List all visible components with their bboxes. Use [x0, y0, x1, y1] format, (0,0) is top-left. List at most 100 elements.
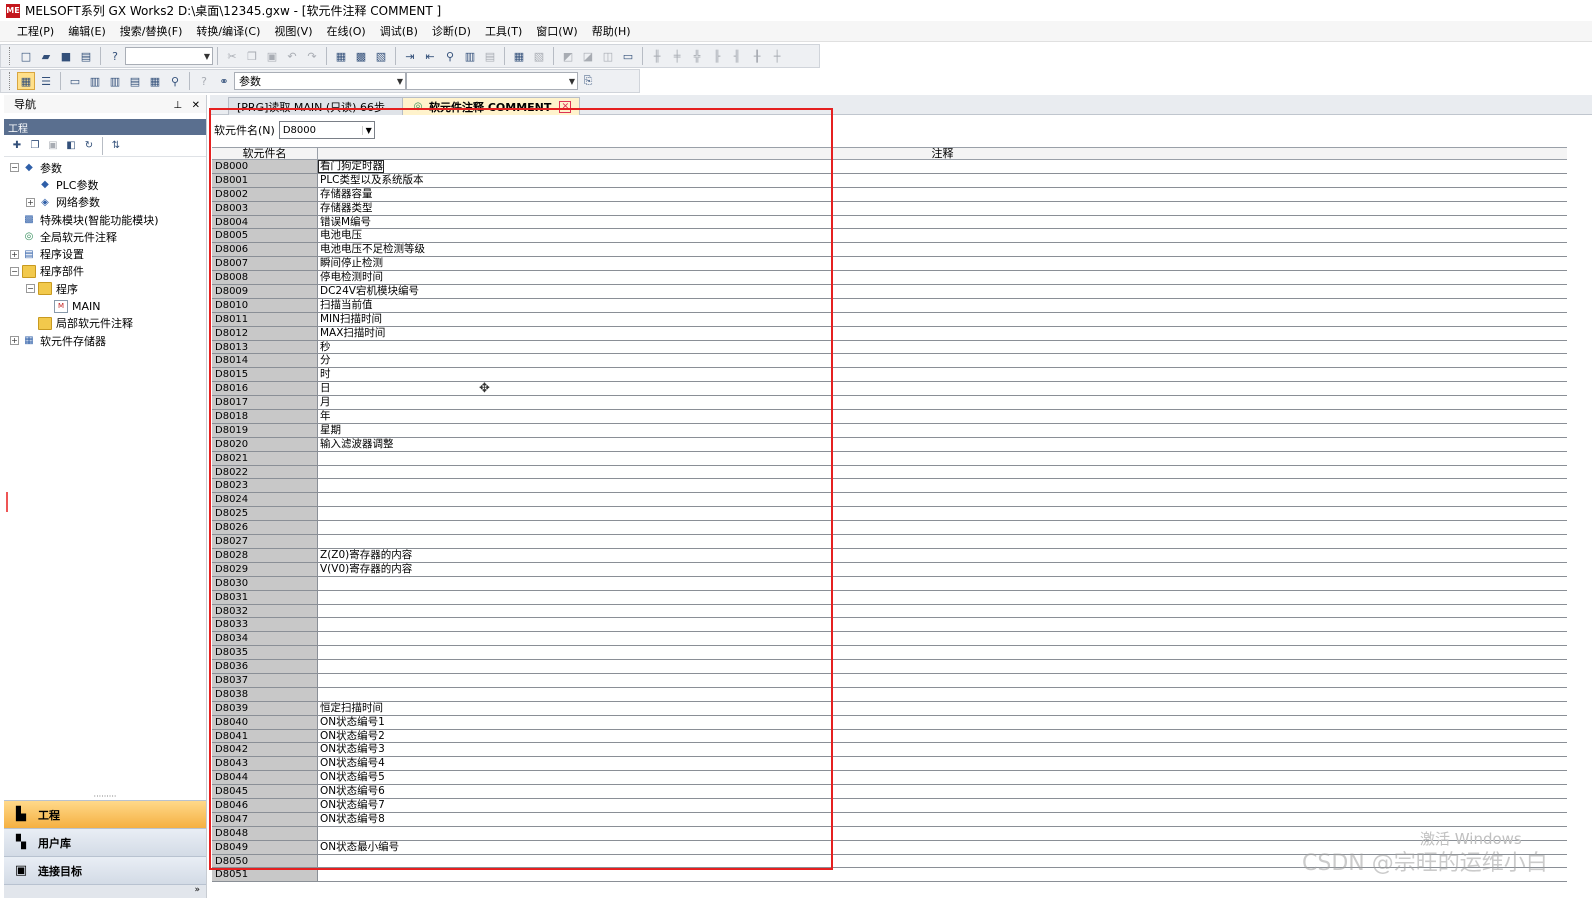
simulation-stop-icon[interactable]: ◪ — [579, 47, 597, 65]
device-cell[interactable]: D8001 — [212, 173, 318, 187]
comment-cell[interactable]: ON状态编号1 — [318, 715, 1567, 729]
comment-cell[interactable]: ON状态编号7 — [318, 798, 1567, 812]
open-folder-icon[interactable]: ▰ — [37, 47, 55, 65]
tab-device-comment[interactable]: ◎ 软元件注释 COMMENT ✕ — [402, 97, 581, 115]
comment-cell[interactable]: 看门狗定时器 — [318, 160, 384, 173]
device-cell[interactable]: D8037 — [212, 673, 318, 687]
redo-icon[interactable]: ↷ — [303, 47, 321, 65]
collapse-icon[interactable]: − — [10, 266, 19, 276]
verify-plc-icon[interactable]: ⚲ — [441, 47, 459, 65]
ladder-tool-6-icon[interactable]: ╂ — [748, 47, 766, 65]
ladder-tool-2-icon[interactable]: ╪ — [668, 47, 686, 65]
rebuild-icon[interactable]: ▧ — [372, 47, 390, 65]
bottom-tab-project[interactable]: ▙ 工程 — [4, 800, 206, 828]
help-icon[interactable]: ? — [106, 47, 124, 65]
device-cell[interactable]: D8028 — [212, 548, 318, 562]
comment-cell[interactable]: 停电检测时间 — [318, 271, 1567, 285]
collapse-icon[interactable]: − — [10, 163, 19, 173]
tree-item[interactable]: + ▦ 软元件存储器 — [4, 332, 206, 349]
tree-item[interactable]: + ◈ 网络参数 — [4, 194, 206, 211]
paste-data-icon[interactable]: ▣ — [45, 138, 61, 154]
comment-cell[interactable] — [318, 465, 1567, 479]
device-cell[interactable]: D8048 — [212, 826, 318, 840]
menu-debug[interactable]: 调试(B) — [373, 23, 425, 39]
tree-item[interactable]: ◎ 全局软元件注释 — [4, 228, 206, 245]
device-cell[interactable]: D8035 — [212, 646, 318, 660]
device-cell[interactable]: D8025 — [212, 507, 318, 521]
device-name-combo[interactable]: D8000 ▼ — [278, 121, 375, 139]
device-cell[interactable]: D8050 — [212, 854, 318, 868]
monitor-icon[interactable]: ▥ — [461, 47, 479, 65]
comment-cell[interactable] — [318, 479, 1567, 493]
toolbar-combo[interactable]: ▼ — [125, 47, 213, 65]
device-cell[interactable]: D8042 — [212, 743, 318, 757]
device-cell[interactable]: D8026 — [212, 521, 318, 535]
menu-project[interactable]: 工程(P) — [10, 23, 61, 39]
tree-item[interactable]: − 程序部件 — [4, 263, 206, 280]
device-cell[interactable]: D8021 — [212, 451, 318, 465]
sort-icon[interactable]: ⇅ — [108, 138, 124, 154]
navigation-toggle-icon[interactable]: ▦ — [17, 72, 35, 90]
comment-cell[interactable] — [318, 590, 1567, 604]
device-list-2-icon[interactable]: ▥ — [106, 72, 124, 90]
device-cell[interactable]: D8018 — [212, 410, 318, 423]
device-cell[interactable]: D8015 — [212, 368, 318, 382]
ladder-tool-7-icon[interactable]: ┼ — [768, 47, 786, 65]
menu-window[interactable]: 窗口(W) — [529, 23, 584, 39]
comment-cell[interactable]: 电池电压不足检测等级 — [318, 243, 1567, 257]
menu-compile[interactable]: 转换/编译(C) — [189, 23, 267, 39]
device-list-1-icon[interactable]: ▥ — [86, 72, 104, 90]
menu-tools[interactable]: 工具(T) — [478, 23, 529, 39]
device-cell[interactable]: D8032 — [212, 604, 318, 618]
comment-cell[interactable]: 存储器容量 — [318, 187, 1567, 201]
device-cell[interactable]: D8034 — [212, 632, 318, 646]
properties-data-icon[interactable]: ◧ — [63, 138, 79, 154]
comment-cell[interactable]: 错误M编号 — [318, 215, 1567, 229]
copy-data-icon[interactable]: ❐ — [27, 138, 43, 154]
comment-cell[interactable] — [318, 604, 1567, 618]
device-cell[interactable]: D8046 — [212, 798, 318, 812]
device-cell[interactable]: D8013 — [212, 340, 318, 354]
step-icon[interactable]: ◫ — [599, 47, 617, 65]
device-cell[interactable]: D8040 — [212, 715, 318, 729]
pin-icon[interactable]: ⊥ — [173, 100, 182, 111]
tree-item[interactable]: − ◆ 参数 — [4, 159, 206, 176]
device-cell[interactable]: D8023 — [212, 479, 318, 493]
menu-diagnostics[interactable]: 诊断(D) — [425, 23, 478, 39]
comment-cell[interactable]: DC24V宕机模块编号 — [318, 285, 1567, 298]
device-list-3-icon[interactable]: ▤ — [126, 72, 144, 90]
tree-item[interactable]: + ▤ 程序设置 — [4, 245, 206, 262]
device-cell[interactable]: D8020 — [212, 437, 318, 451]
buffer-memory-icon[interactable]: ▧ — [530, 47, 548, 65]
comment-cell[interactable]: 月 — [318, 396, 1567, 410]
comment-cell[interactable]: ON状态编号4 — [318, 757, 1567, 771]
device-cell[interactable]: D8041 — [212, 729, 318, 743]
new-data-icon[interactable]: ✚ — [9, 138, 25, 154]
comment-cell[interactable]: 存储器类型 — [318, 201, 1567, 215]
window-icon[interactable]: ▭ — [66, 72, 84, 90]
device-cell[interactable]: D8029 — [212, 562, 318, 576]
comment-cell-remainder[interactable] — [384, 160, 1567, 173]
ladder-tool-4-icon[interactable]: ╟ — [708, 47, 726, 65]
search-text-combo[interactable]: ▼ — [406, 72, 578, 90]
tree-item[interactable]: − 程序 — [4, 280, 206, 297]
comment-cell[interactable]: 秒 — [318, 340, 1567, 354]
device-cell[interactable]: D8007 — [212, 257, 318, 271]
find-device-icon[interactable]: ⚲ — [166, 72, 184, 90]
print-icon[interactable]: ▤ — [77, 47, 95, 65]
refresh-icon[interactable]: ↻ — [81, 138, 97, 154]
search-target-combo[interactable]: 参数 ▼ — [234, 72, 406, 90]
device-batch-icon[interactable]: ▦ — [510, 47, 528, 65]
device-cell[interactable]: D8038 — [212, 687, 318, 701]
device-cell[interactable]: D8017 — [212, 396, 318, 410]
comment-cell[interactable] — [318, 507, 1567, 521]
save-icon[interactable]: ■ — [57, 47, 75, 65]
search-go-icon[interactable]: ⎘ — [579, 72, 597, 90]
binoculars-icon[interactable]: ⚭ — [215, 72, 233, 90]
toolbar-grip[interactable] — [9, 47, 12, 65]
comment-cell[interactable]: V(V0)寄存器的内容 — [318, 562, 1567, 576]
comment-cell[interactable]: Z(Z0)寄存器的内容 — [318, 548, 1567, 562]
comment-cell[interactable]: ON状态编号3 — [318, 743, 1567, 757]
bottom-tab-connection[interactable]: ▣ 连接目标 — [4, 856, 206, 884]
expand-icon[interactable]: + — [10, 249, 19, 259]
